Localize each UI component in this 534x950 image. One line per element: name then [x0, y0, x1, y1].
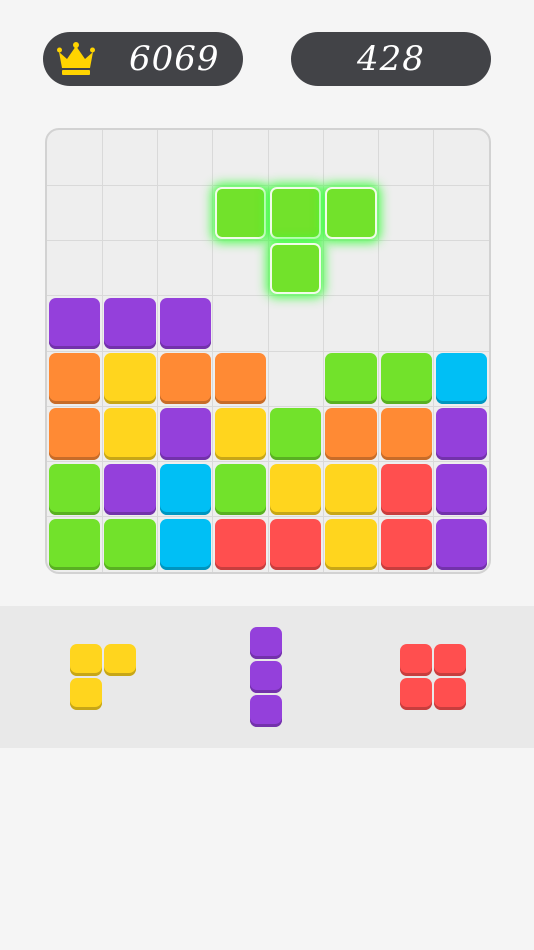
grid-line-horizontal	[47, 295, 489, 297]
grid-line-horizontal	[47, 405, 489, 407]
board-block	[435, 518, 487, 570]
board-block	[270, 408, 322, 460]
highlighted-block	[270, 187, 322, 239]
best-score: 6069	[129, 39, 220, 79]
board-block	[104, 408, 156, 460]
best-score-pill: 6069	[43, 32, 243, 86]
board-block	[380, 518, 432, 570]
current-score-pill: 428	[291, 32, 491, 86]
board-block	[380, 463, 432, 515]
board-block	[270, 518, 322, 570]
game-screen: 6069 428	[0, 0, 534, 950]
board-block	[159, 463, 211, 515]
grid-line-horizontal	[47, 240, 489, 241]
board-block	[49, 408, 101, 460]
board-block	[270, 463, 322, 515]
highlighted-block	[214, 187, 266, 239]
highlighted-block	[270, 242, 322, 294]
piece-block	[104, 644, 136, 676]
piece-tray	[0, 606, 534, 748]
highlighted-block	[325, 187, 377, 239]
piece-block	[250, 695, 282, 727]
piece-block	[400, 678, 432, 710]
board-block	[159, 353, 211, 405]
board-block	[159, 408, 211, 460]
board-block	[214, 518, 266, 570]
grid-line-horizontal	[47, 461, 489, 462]
board-block	[325, 518, 377, 570]
board-block	[104, 463, 156, 515]
board-block	[214, 408, 266, 460]
piece-block	[434, 678, 466, 710]
board-block	[435, 408, 487, 460]
red-square-piece[interactable]	[400, 644, 466, 710]
board-block	[435, 463, 487, 515]
board-block	[325, 353, 377, 405]
board-block	[49, 353, 101, 405]
board-block	[325, 408, 377, 460]
board-block	[104, 353, 156, 405]
yellow-corner-piece[interactable]	[70, 644, 136, 710]
piece-block	[70, 644, 102, 676]
board-block	[380, 408, 432, 460]
purple-vertical-piece[interactable]	[250, 627, 282, 727]
board-block	[104, 518, 156, 570]
current-score: 428	[357, 39, 425, 79]
board-block	[49, 297, 101, 349]
board-block	[214, 463, 266, 515]
piece-block	[250, 661, 282, 693]
board-block	[435, 353, 487, 405]
game-board[interactable]	[45, 128, 491, 574]
crown-icon	[57, 42, 95, 75]
piece-block	[400, 644, 432, 676]
board-block	[49, 463, 101, 515]
grid-line-horizontal	[47, 184, 489, 186]
board-block	[49, 518, 101, 570]
piece-block	[250, 627, 282, 659]
board-block	[104, 297, 156, 349]
board-block	[159, 297, 211, 349]
board-block	[325, 463, 377, 515]
grid-line-horizontal	[47, 350, 489, 352]
board-block	[214, 353, 266, 405]
board-block	[159, 518, 211, 570]
piece-block	[434, 644, 466, 676]
grid-line-horizontal	[47, 516, 489, 518]
board-block	[380, 353, 432, 405]
piece-block	[70, 678, 102, 710]
